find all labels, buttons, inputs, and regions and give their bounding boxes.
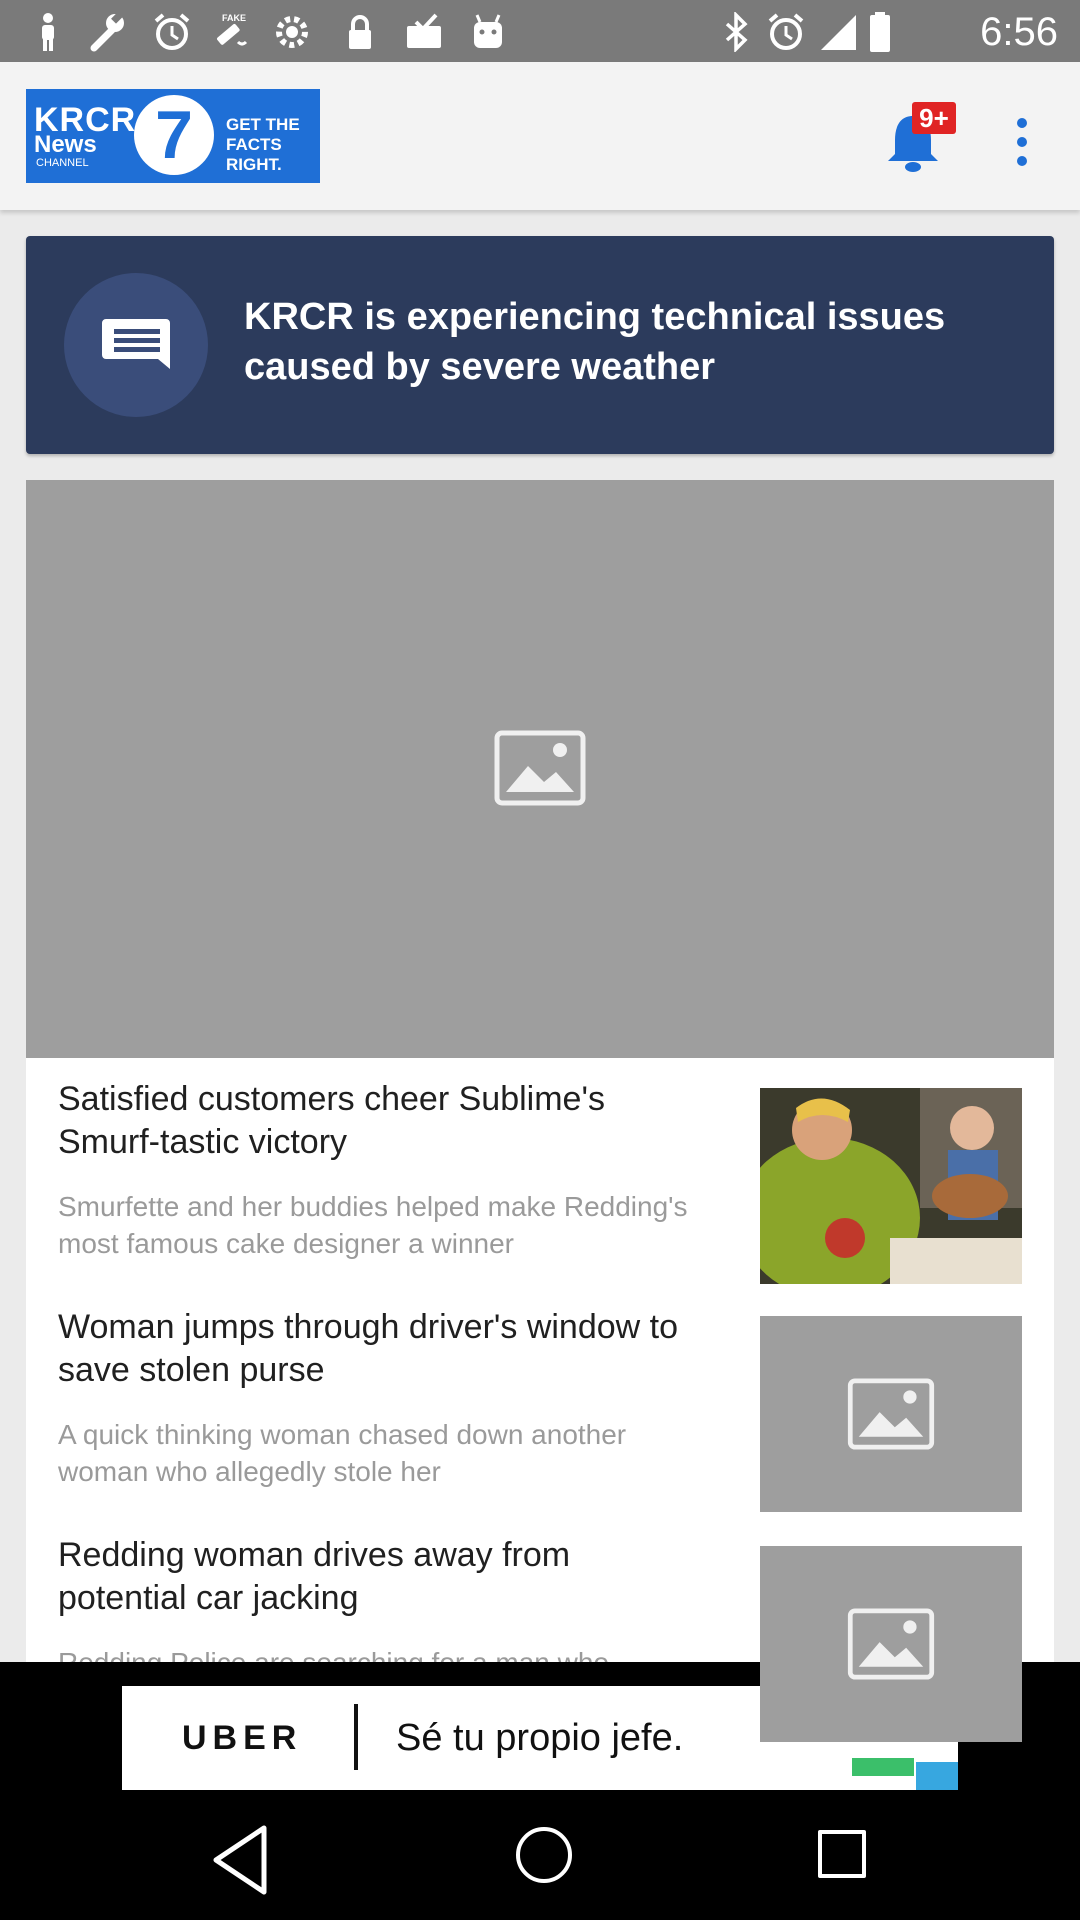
clock: 6:56 (980, 10, 1058, 54)
message-icon (64, 273, 208, 417)
image-placeholder-icon (494, 730, 586, 806)
android-icon (474, 14, 502, 48)
home-icon[interactable] (516, 1827, 572, 1883)
bluetooth-icon (725, 12, 748, 52)
news-thumbnail (760, 1316, 1022, 1512)
status-bar: FAKE 6:56 (0, 0, 1080, 62)
overflow-menu-icon[interactable] (1010, 112, 1034, 172)
news-item[interactable]: Woman jumps through driver's window to s… (26, 1286, 1054, 1514)
alarm-icon (154, 13, 190, 50)
news-item[interactable]: Satisfied customers cheer Sublime's Smur… (26, 1058, 1054, 1286)
hero-image[interactable] (26, 480, 1054, 1058)
news-title: Satisfied customers cheer Sublime's Smur… (58, 1080, 605, 1161)
battery-icon (870, 12, 890, 52)
notification-badge: 9+ (912, 102, 956, 134)
channel-number: 7 (134, 95, 214, 175)
app-bar: KRCR News CHANNEL 7 GET THE FACTS RIGHT. … (0, 62, 1080, 210)
news-thumbnail (760, 1088, 1022, 1284)
inbox-check-icon (407, 13, 441, 48)
signal-icon (821, 15, 856, 50)
wrench-icon (90, 12, 124, 52)
news-title: Redding woman drives away from potential… (58, 1536, 571, 1617)
back-icon[interactable] (206, 1820, 276, 1900)
ad-divider (354, 1704, 358, 1770)
ad-text: Sé tu propio jefe. (396, 1717, 684, 1759)
news-thumbnail (760, 1546, 1022, 1742)
person-icon (42, 13, 54, 51)
recents-icon[interactable] (818, 1830, 866, 1878)
krcr-logo[interactable]: KRCR News CHANNEL 7 GET THE FACTS RIGHT. (26, 89, 320, 183)
logo-tagline: GET THE FACTS RIGHT. (226, 115, 300, 174)
news-summary: A quick thinking woman chased down anoth… (58, 1419, 627, 1487)
news-summary: Smurfette and her buddies helped make Re… (58, 1191, 688, 1259)
news-summary: Redding Police are searching for a man w… (58, 1644, 718, 1662)
alert-banner[interactable]: KRCR is experiencing technical issues ca… (26, 236, 1054, 454)
svg-text:FAKE: FAKE (222, 13, 246, 23)
ad-choices-icon[interactable] (916, 1762, 958, 1790)
alarm-icon (768, 13, 804, 50)
logo-text: CHANNEL (36, 157, 89, 169)
alert-text: KRCR is experiencing technical issues ca… (244, 296, 946, 388)
gear-icon (276, 16, 308, 48)
image-placeholder-icon (847, 1608, 935, 1680)
image-placeholder-icon (847, 1378, 935, 1450)
lock-icon (349, 15, 371, 49)
logo-text: News (34, 131, 97, 158)
ad-decoration (852, 1758, 914, 1776)
ad-brand: UBER (182, 1719, 303, 1757)
fake-gps-icon: FAKE (217, 13, 248, 46)
news-title: Woman jumps through driver's window to s… (58, 1308, 679, 1389)
